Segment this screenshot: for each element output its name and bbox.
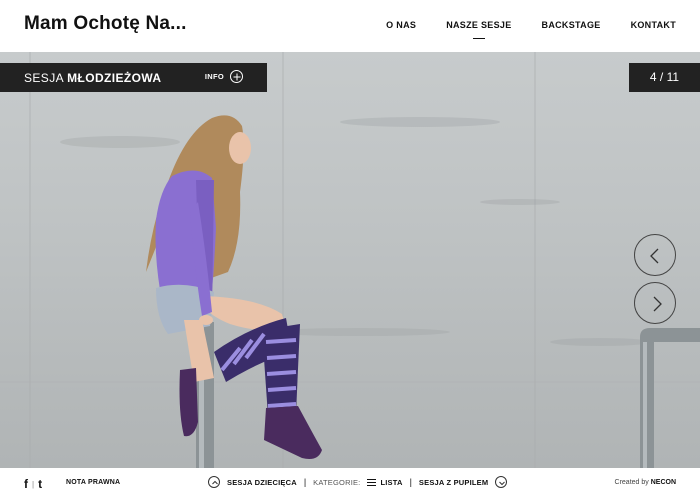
chevron-right-icon	[653, 296, 662, 312]
session-title-name: MŁODZIEŻOWA	[67, 71, 162, 85]
session-navigation: SESJA DZIECIĘCA | KATEGORIE: LISTA | SES…	[208, 476, 508, 488]
site-header: Mam Ochotę Na... O NAS NASZE SESJE BACKS…	[0, 0, 700, 52]
facebook-icon[interactable]: f	[24, 477, 28, 491]
categories-label: KATEGORIE:	[313, 477, 361, 487]
session-photo	[0, 52, 700, 468]
plus-circle-icon	[230, 70, 243, 83]
divider: |	[409, 477, 412, 487]
credit: Created by NECON	[615, 479, 676, 486]
list-label: LISTA	[380, 477, 403, 487]
nav-item-o-nas[interactable]: O NAS	[386, 20, 416, 30]
list-view-link[interactable]: LISTA	[367, 478, 402, 487]
next-slide-button[interactable]	[634, 282, 676, 324]
previous-slide-button[interactable]	[634, 234, 676, 276]
session-title-bar: SESJA MŁODZIEŻOWA INFO	[0, 63, 267, 92]
nav-item-kontakt[interactable]: KONTAKT	[631, 20, 676, 30]
social-links: f | t	[24, 477, 42, 491]
chevron-left-icon	[650, 248, 659, 264]
prev-session-link[interactable]: SESJA DZIECIĘCA	[227, 478, 297, 487]
credit-prefix: Created by	[614, 479, 649, 486]
info-label: INFO	[204, 72, 224, 81]
slide-counter: 4 / 11	[629, 63, 700, 92]
chevron-up-icon[interactable]	[208, 476, 220, 488]
main-nav: O NAS NASZE SESJE BACKSTAGE KONTAKT	[386, 20, 676, 30]
nav-item-backstage[interactable]: BACKSTAGE	[542, 20, 601, 30]
legal-notice-link[interactable]: NOTA PRAWNA	[66, 479, 120, 486]
session-title-prefix: SESJA	[24, 71, 64, 85]
tumblr-icon[interactable]: t	[38, 477, 42, 491]
divider: |	[303, 477, 307, 487]
site-footer: f | t NOTA PRAWNA SESJA DZIECIĘCA | KATE…	[0, 468, 700, 500]
social-separator: |	[32, 479, 35, 489]
nav-item-nasze-sesje[interactable]: NASZE SESJE	[446, 20, 511, 30]
credit-link[interactable]: NECON	[651, 479, 676, 486]
next-session-link[interactable]: SESJA Z PUPILEM	[419, 478, 488, 487]
site-logo[interactable]: Mam Ochotę Na...	[24, 13, 187, 35]
chevron-down-icon[interactable]	[495, 476, 508, 488]
info-button[interactable]: INFO	[205, 70, 243, 83]
session-title: SESJA MŁODZIEŻOWA	[24, 71, 161, 85]
photo-slideshow: SESJA MŁODZIEŻOWA INFO 4 / 11	[0, 52, 700, 468]
list-icon	[367, 478, 377, 486]
